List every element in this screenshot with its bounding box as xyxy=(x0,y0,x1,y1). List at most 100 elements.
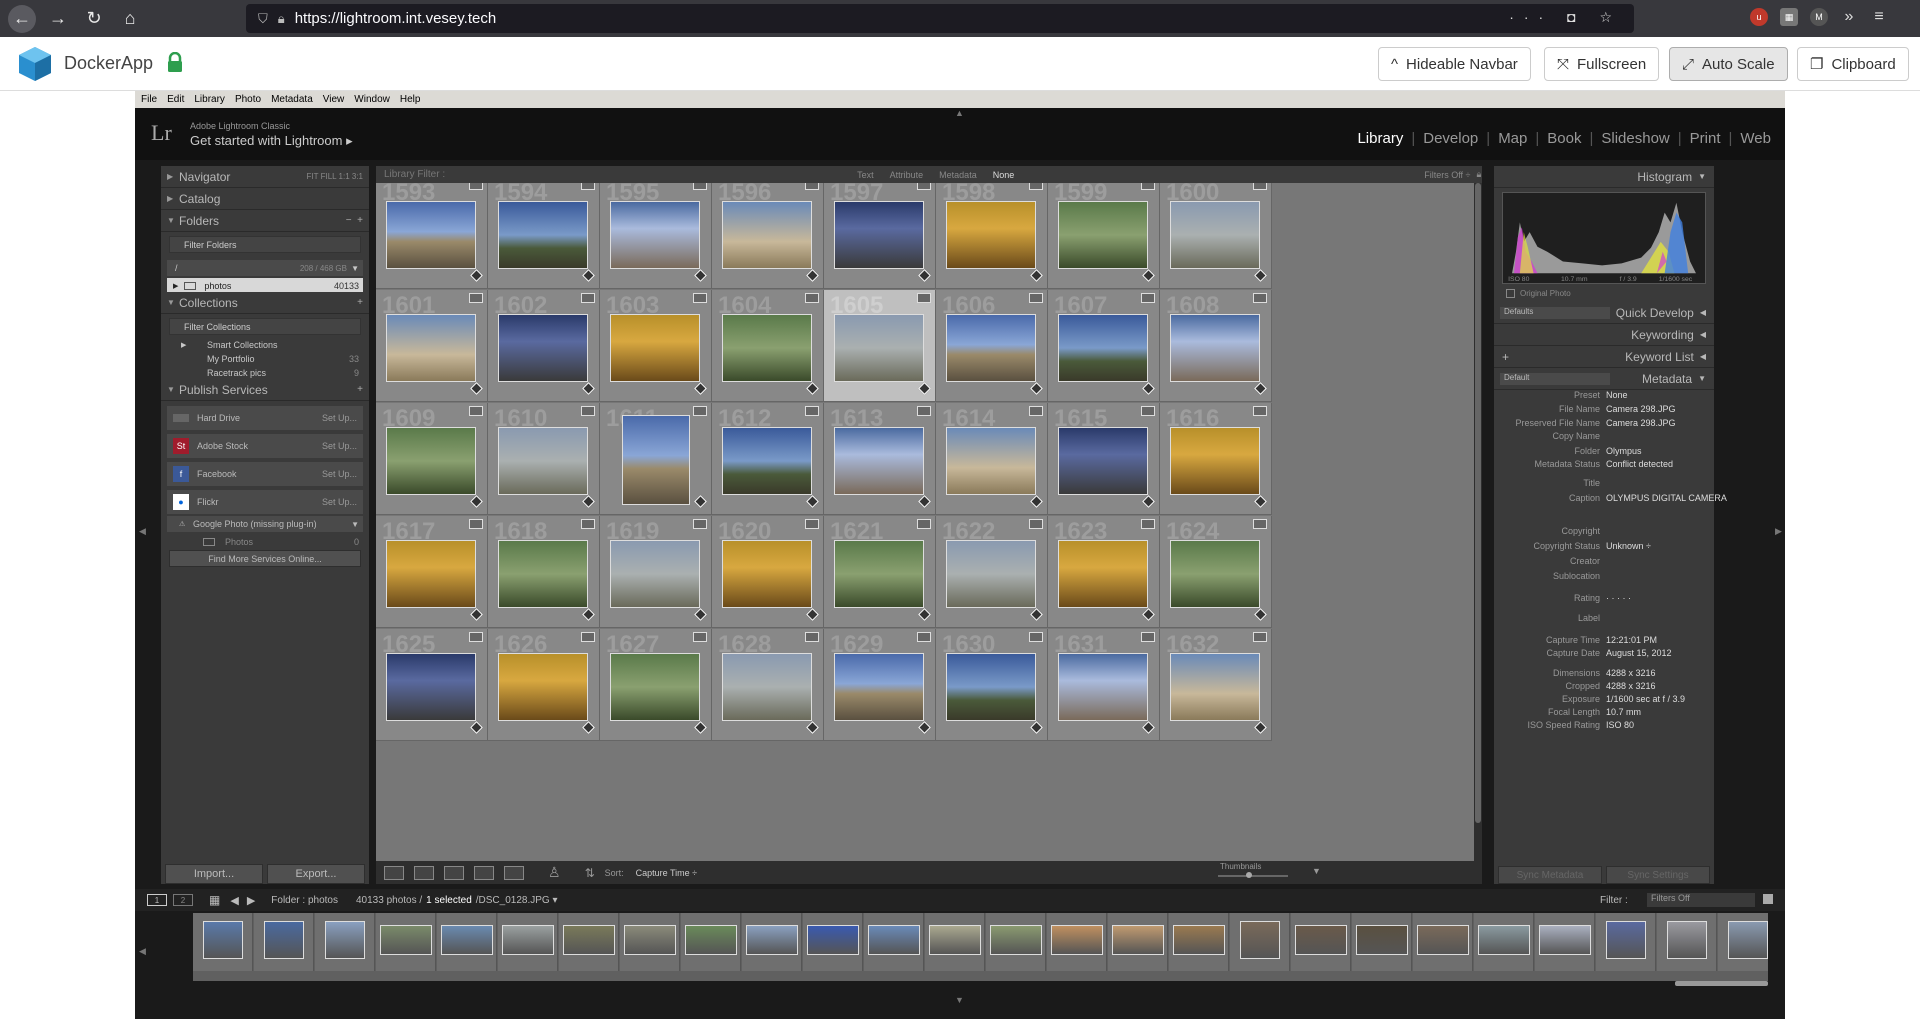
service-flickr[interactable]: ● Flickr Set Up... xyxy=(167,490,363,514)
metadata-badge-icon[interactable] xyxy=(917,406,931,416)
module-print[interactable]: Print xyxy=(1690,130,1721,147)
painter-icon[interactable]: ♙ xyxy=(548,864,561,881)
metadata-badge-icon[interactable] xyxy=(1141,519,1155,529)
edited-badge-icon[interactable] xyxy=(1254,608,1267,621)
menu-view[interactable]: View xyxy=(323,94,345,105)
toolbar-menu-icon[interactable]: ▼ xyxy=(1312,866,1321,876)
grid-cell[interactable]: 1630 xyxy=(936,629,1048,741)
service-hard-drive[interactable]: Hard Drive Set Up... xyxy=(167,406,363,430)
filter-presets[interactable]: Filters Off ÷ xyxy=(1424,170,1470,180)
metadata-field[interactable]: Exposure 1/1600 sec at f / 3.9 xyxy=(1494,694,1714,707)
keyword-list-header[interactable]: + Keyword List ◀ xyxy=(1494,346,1714,368)
edited-badge-icon[interactable] xyxy=(1254,382,1267,395)
filmstrip-thumbnail[interactable] xyxy=(1108,913,1168,971)
metadata-value[interactable]: 12:21:01 PM xyxy=(1606,635,1657,645)
grid-cell[interactable]: 1599 xyxy=(1048,183,1160,289)
ublock-icon[interactable]: u xyxy=(1750,8,1768,26)
filmstrip-image[interactable] xyxy=(1728,921,1768,959)
top-panel-arrow-icon[interactable]: ▲ xyxy=(955,108,964,118)
metadata-field[interactable]: Metadata Status Conflict detected xyxy=(1494,459,1714,472)
filter-none[interactable]: None xyxy=(993,170,1015,180)
service-facebook[interactable]: f Facebook Set Up... xyxy=(167,462,363,486)
metadata-badge-icon[interactable] xyxy=(1029,183,1043,190)
metadata-badge-icon[interactable] xyxy=(469,293,483,303)
histogram-header[interactable]: Histogram ▼ xyxy=(1494,166,1714,188)
metadata-badge-icon[interactable] xyxy=(469,406,483,416)
thumbnail-image[interactable] xyxy=(722,653,812,721)
quick-develop-preset-select[interactable]: Defaults xyxy=(1500,306,1610,319)
grid-cell[interactable]: 1617 xyxy=(376,516,488,628)
filmstrip-image[interactable] xyxy=(685,925,737,955)
thumbnail-image[interactable] xyxy=(1170,201,1260,269)
back-arrow-icon[interactable]: ◀ xyxy=(230,894,238,907)
metadata-field[interactable]: Caption OLYMPUS DIGITAL CAMERA xyxy=(1494,493,1727,506)
filmstrip-image[interactable] xyxy=(868,925,920,955)
edited-badge-icon[interactable] xyxy=(918,382,931,395)
thumbnail-image[interactable] xyxy=(610,201,700,269)
filmstrip-thumbnail[interactable] xyxy=(681,913,741,971)
metadata-value[interactable]: Unknown ÷ xyxy=(1606,541,1651,551)
grid-cell[interactable]: 1605 xyxy=(824,290,936,402)
metadata-badge-icon[interactable] xyxy=(581,406,595,416)
metadata-field[interactable]: Creator xyxy=(1494,556,1714,569)
filmstrip-thumbnail[interactable] xyxy=(1596,913,1656,971)
metadata-badge-icon[interactable] xyxy=(805,293,819,303)
grid-cell[interactable]: 1596 xyxy=(712,183,824,289)
service-setup[interactable]: Set Up... xyxy=(322,497,357,507)
thumbnail-image[interactable] xyxy=(1058,314,1148,382)
edited-badge-icon[interactable] xyxy=(694,721,707,734)
grid-cell[interactable]: 1629 xyxy=(824,629,936,741)
filmstrip-image[interactable] xyxy=(1478,925,1530,955)
filmstrip-thumbnail[interactable] xyxy=(1657,913,1717,971)
back-icon[interactable]: ← xyxy=(8,4,36,33)
service-google-photo[interactable]: ⚠ Google Photo (missing plug-in) ▼ xyxy=(167,516,363,532)
filmstrip-scrollbar[interactable] xyxy=(1675,981,1768,986)
service-setup[interactable]: Set Up... xyxy=(322,469,357,479)
grid-icon[interactable]: ▦ xyxy=(209,893,220,907)
metadata-field[interactable]: Dimensions 4288 x 3216 xyxy=(1494,668,1714,681)
sort-direction-icon[interactable]: ⇅ xyxy=(585,866,595,880)
filmstrip-image[interactable] xyxy=(1539,925,1591,955)
loupe-view-icon[interactable] xyxy=(414,865,434,880)
grid-cell[interactable]: 1597 xyxy=(824,183,936,289)
volume-row[interactable]: / 208 / 468 GB ▼ xyxy=(167,260,363,276)
thumbnail-image[interactable] xyxy=(722,427,812,495)
grid-cell[interactable]: 1606 xyxy=(936,290,1048,402)
grid-cell[interactable]: 1609 xyxy=(376,403,488,515)
metadata-badge-icon[interactable] xyxy=(1253,519,1267,529)
filter-collections-input[interactable]: Filter Collections xyxy=(169,318,361,335)
thumbnail-image[interactable] xyxy=(834,201,924,269)
edited-badge-icon[interactable] xyxy=(806,269,819,282)
metadata-value[interactable]: None xyxy=(1606,390,1628,400)
module-map[interactable]: Map xyxy=(1498,130,1527,147)
metadata-badge-icon[interactable] xyxy=(469,519,483,529)
filmstrip-filename[interactable]: /DSC_0128.JPG ▾ xyxy=(476,895,558,906)
grid-cell[interactable]: 1628 xyxy=(712,629,824,741)
thumbnail-image[interactable] xyxy=(946,201,1036,269)
navigator-header[interactable]: ▶ Navigator FIT FILL 1:1 3:1 xyxy=(161,166,369,188)
filmstrip-thumbnail[interactable] xyxy=(1230,913,1290,971)
grid-cell[interactable]: 1602 xyxy=(488,290,600,402)
menu-edit[interactable]: Edit xyxy=(167,94,184,105)
edited-badge-icon[interactable] xyxy=(582,608,595,621)
metadata-badge-icon[interactable] xyxy=(581,293,595,303)
filmstrip-thumbnail[interactable] xyxy=(376,913,436,971)
filmstrip-thumbnail[interactable] xyxy=(1413,913,1473,971)
module-book[interactable]: Book xyxy=(1547,130,1581,147)
metadata-header[interactable]: Default Metadata ▼ xyxy=(1494,368,1714,390)
metadata-field[interactable]: Sublocation xyxy=(1494,571,1714,584)
metadata-value[interactable]: Conflict detected xyxy=(1606,459,1673,469)
edited-badge-icon[interactable] xyxy=(694,495,707,508)
metadata-value[interactable]: · · · · · xyxy=(1606,593,1631,603)
metadata-value[interactable]: 4288 x 3216 xyxy=(1606,681,1656,691)
filmstrip-image[interactable] xyxy=(563,925,615,955)
filmstrip-thumbnail[interactable] xyxy=(1352,913,1412,971)
metadata-badge-icon[interactable] xyxy=(1029,519,1043,529)
metadata-badge-icon[interactable] xyxy=(693,519,707,529)
metadata-value[interactable]: 10.7 mm xyxy=(1606,707,1641,717)
thumbnail-image[interactable] xyxy=(498,201,588,269)
shield-icon[interactable]: ⛉ xyxy=(258,11,268,27)
keywording-header[interactable]: Keywording ◀ xyxy=(1494,324,1714,346)
folder-row-photos[interactable]: ▶ photos 40133 xyxy=(167,278,363,293)
filmstrip-image[interactable] xyxy=(1051,925,1103,955)
